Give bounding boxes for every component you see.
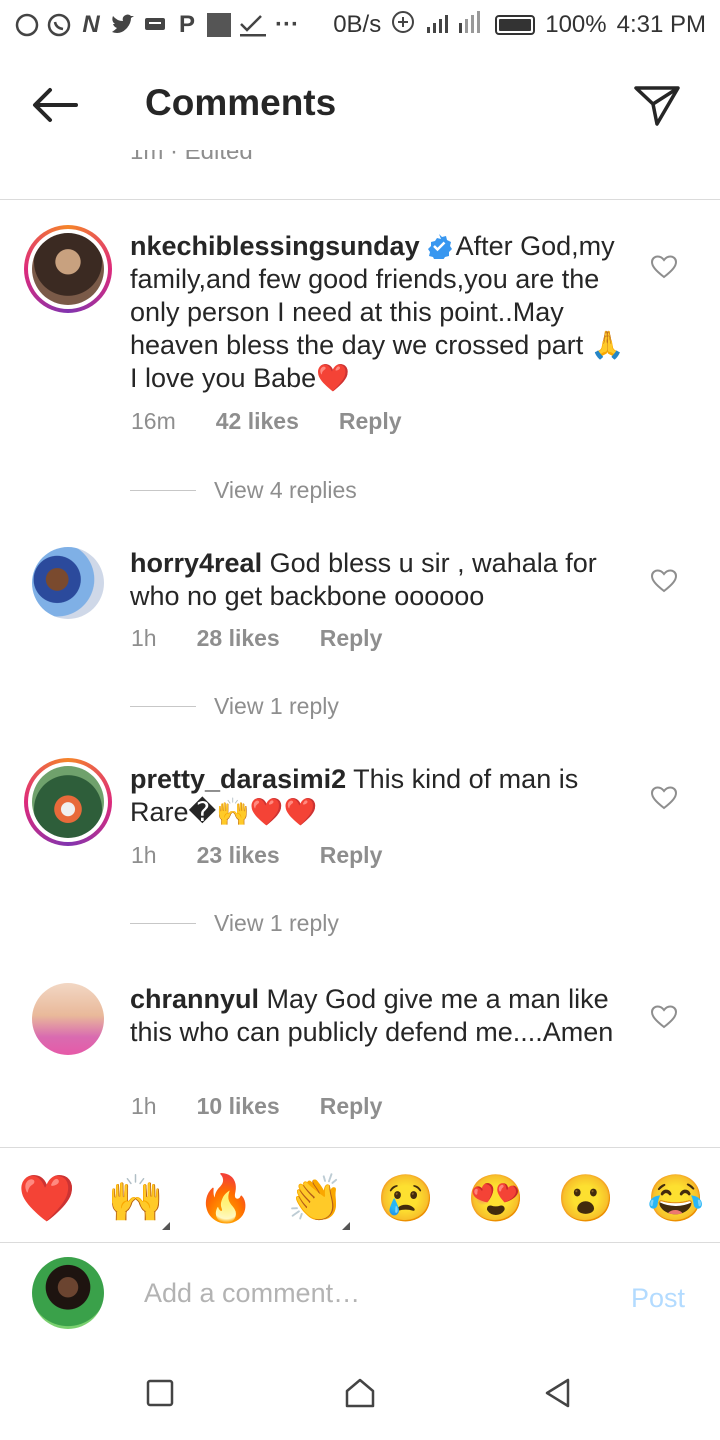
post-button[interactable]: Post <box>631 1283 685 1314</box>
comment-composer: Post <box>0 1243 720 1347</box>
avatar[interactable] <box>24 758 112 846</box>
whatsapp-icon <box>46 11 72 39</box>
like-heart-icon[interactable] <box>651 569 677 593</box>
likes-count[interactable]: 42 likes <box>216 408 299 435</box>
likes-count[interactable]: 23 likes <box>197 842 280 869</box>
p-icon: P <box>178 11 195 38</box>
skin-tone-caret-icon <box>342 1222 350 1230</box>
comment-username[interactable]: pretty_darasimi2 <box>130 764 346 794</box>
message-icon <box>14 11 40 39</box>
more-icon: ··· <box>275 11 299 38</box>
reply-button[interactable]: Reply <box>320 625 383 652</box>
share-button[interactable] <box>632 80 682 130</box>
comment-meta: 1h 28 likes Reply <box>131 625 382 652</box>
notification-icons: N P ··· <box>14 11 300 39</box>
emoji-raising-hands-button[interactable]: 🙌 <box>107 1170 164 1226</box>
reply-button[interactable]: Reply <box>320 842 383 869</box>
view-replies-label: View 1 reply <box>214 693 339 719</box>
avatar[interactable] <box>32 983 104 1055</box>
home-icon[interactable] <box>343 1376 377 1410</box>
comment-time: 16m <box>131 408 176 434</box>
emoji-quick-bar: ❤️ 🙌 🔥 👏 😢 😍 😮 😂 <box>0 1147 720 1243</box>
comment-username[interactable]: nkechiblessingsunday <box>130 231 420 261</box>
check-icon <box>238 11 268 39</box>
view-replies-button[interactable]: View 4 replies <box>130 477 357 504</box>
emoji-heart-eyes-button[interactable]: 😍 <box>467 1170 524 1226</box>
gallery-icon <box>206 11 232 39</box>
skin-tone-caret-icon <box>162 1222 170 1230</box>
twitter-icon <box>110 11 136 39</box>
avatar[interactable] <box>32 547 104 619</box>
status-bar: N P ··· 0B/s 100% 4:31 PM <box>0 0 720 50</box>
replies-divider <box>130 706 196 707</box>
signal-icon <box>425 9 485 42</box>
reply-button[interactable]: Reply <box>320 1093 383 1120</box>
comment-time: 1h <box>131 842 157 868</box>
view-replies-label: View 1 reply <box>214 910 339 936</box>
likes-count[interactable]: 10 likes <box>197 1093 280 1120</box>
replies-divider <box>130 490 196 491</box>
view-replies-button[interactable]: View 1 reply <box>130 693 339 720</box>
like-heart-icon[interactable] <box>651 255 677 279</box>
back-triangle-icon[interactable] <box>541 1376 575 1410</box>
previous-comment-meta: 1m · Edited <box>130 150 253 165</box>
page-title: Comments <box>145 82 337 123</box>
emoji-crying-button[interactable]: 😢 <box>377 1170 434 1226</box>
recents-square-icon[interactable] <box>143 1376 177 1410</box>
emoji-heart-button[interactable]: ❤️ <box>18 1170 75 1226</box>
comment-body: horry4real God bless u sir , wahala for … <box>130 547 630 613</box>
emoji-clapping-button[interactable]: 👏 <box>287 1170 344 1226</box>
comment-input[interactable] <box>144 1273 584 1313</box>
replies-divider <box>130 923 196 924</box>
emoji-fire-button[interactable]: 🔥 <box>197 1170 254 1226</box>
emoji-laughing-button[interactable]: 😂 <box>647 1170 704 1226</box>
battery-level: 100% <box>545 11 607 38</box>
n-icon: N <box>82 11 100 38</box>
like-heart-icon[interactable] <box>651 1005 677 1029</box>
back-arrow-icon <box>33 88 78 122</box>
battery-icon <box>495 15 536 35</box>
network-speed: 0B/s <box>333 11 382 38</box>
system-status: 0B/s 100% 4:31 PM <box>333 9 706 42</box>
view-replies-button[interactable]: View 1 reply <box>130 910 339 937</box>
reply-button[interactable]: Reply <box>339 408 402 435</box>
system-nav-bar <box>0 1348 720 1440</box>
comment-meta: 1h 10 likes Reply <box>131 1093 382 1120</box>
comment-body: chrannyul May God give me a man like thi… <box>130 983 630 1049</box>
divider <box>0 199 720 200</box>
comment-meta: 1h 23 likes Reply <box>131 842 382 869</box>
comment-username[interactable]: horry4real <box>130 548 262 578</box>
data-saver-icon <box>391 10 415 41</box>
chat-icon <box>142 11 168 39</box>
current-user-avatar <box>32 1257 104 1329</box>
avatar[interactable] <box>24 225 112 313</box>
view-replies-label: View 4 replies <box>214 477 357 503</box>
back-button[interactable] <box>28 82 84 128</box>
comment-body: nkechiblessingsunday After God,my family,… <box>130 230 630 395</box>
top-bar: Comments <box>0 60 720 150</box>
emoji-surprised-button[interactable]: 😮 <box>557 1170 614 1226</box>
clock: 4:31 PM <box>616 11 706 38</box>
likes-count[interactable]: 28 likes <box>197 625 280 652</box>
comment-body: pretty_darasimi2 This kind of man is Rar… <box>130 763 630 829</box>
comment-username[interactable]: chrannyul <box>130 984 259 1014</box>
paper-plane-icon <box>634 86 680 126</box>
comment-meta: 16m 42 likes Reply <box>131 408 402 435</box>
comment-time: 1h <box>131 625 157 651</box>
like-heart-icon[interactable] <box>651 786 677 810</box>
comment-time: 1h <box>131 1093 157 1119</box>
verified-badge-icon <box>427 234 452 259</box>
